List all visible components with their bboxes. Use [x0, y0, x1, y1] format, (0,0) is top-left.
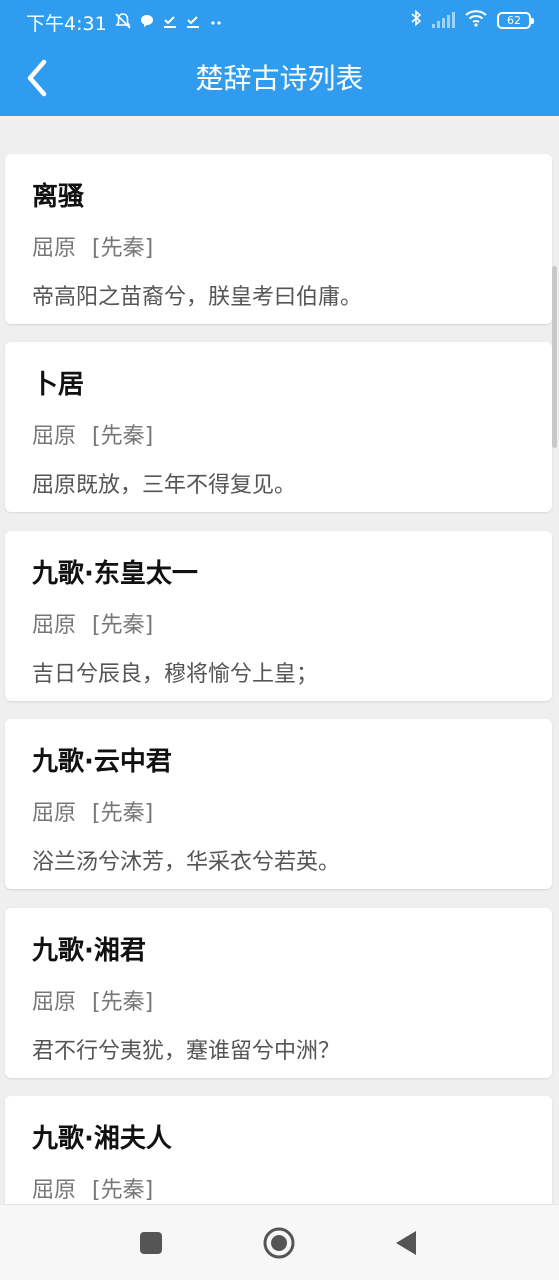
poem-dynasty: [先秦]	[92, 613, 154, 638]
poem-dynasty: [先秦]	[92, 801, 154, 826]
download-done-icon-2	[185, 13, 201, 32]
poem-author-row: 屈原 [先秦]	[32, 984, 153, 1016]
status-right: 62	[410, 9, 534, 31]
download-done-icon	[162, 13, 178, 32]
status-bar: 下午4:31 62	[0, 0, 559, 42]
page-title: 楚辞古诗列表	[195, 62, 364, 95]
home-button[interactable]	[261, 1225, 297, 1261]
battery-level: 62	[507, 13, 521, 27]
poem-title: 卜居	[32, 370, 85, 400]
poem-title: 九歌·云中君	[32, 747, 172, 777]
triangle-left-icon	[396, 1231, 416, 1255]
poem-card[interactable]: 卜居 屈原 [先秦] 屈原既放，三年不得复见。	[5, 342, 552, 512]
poem-title: 九歌·东皇太一	[32, 559, 198, 589]
status-time: 下午4:31	[26, 13, 107, 35]
system-nav-bar	[0, 1204, 559, 1280]
screen: 下午4:31 62 楚辞古诗列表 离骚 屈原 [先秦] 帝高阳之苗裔兮，朕皇考曰…	[0, 0, 559, 1280]
status-left: 下午4:31	[26, 9, 224, 36]
poem-dynasty: [先秦]	[92, 1178, 154, 1203]
scrollbar[interactable]	[552, 266, 557, 448]
poem-author: 屈原	[32, 801, 77, 826]
poem-dynasty: [先秦]	[92, 236, 154, 261]
poem-first-line: 君不行兮夷犹，蹇谁留兮中洲？	[32, 1039, 341, 1064]
chat-bubble-icon	[139, 13, 155, 32]
poem-author-row: 屈原 [先秦]	[32, 418, 153, 450]
poem-dynasty: [先秦]	[92, 990, 154, 1015]
cell-signal-icon	[432, 12, 455, 28]
circle-icon	[263, 1227, 295, 1259]
poem-title: 离骚	[32, 182, 85, 212]
poem-first-line: 吉日兮辰良，穆将愉兮上皇；	[32, 662, 319, 687]
poem-first-line: 屈原既放，三年不得复见。	[32, 473, 297, 498]
poem-author: 屈原	[32, 613, 77, 638]
recent-apps-button[interactable]	[133, 1225, 169, 1261]
poem-author-row: 屈原 [先秦]	[32, 230, 153, 262]
poem-author-row: 屈原 [先秦]	[32, 795, 153, 827]
poem-title: 九歌·湘君	[32, 936, 146, 966]
poem-author: 屈原	[32, 424, 77, 449]
poem-title: 九歌·湘夫人	[32, 1124, 172, 1154]
poem-first-line: 帝高阳之苗裔兮，朕皇考曰伯庸。	[32, 285, 363, 310]
back-nav-button[interactable]	[388, 1225, 424, 1261]
poem-first-line: 浴兰汤兮沐芳，华采衣兮若英。	[32, 850, 341, 875]
bluetooth-icon	[410, 9, 422, 31]
poem-author: 屈原	[32, 236, 77, 261]
poem-author-row: 屈原 [先秦]	[32, 1172, 153, 1204]
poem-card[interactable]: 九歌·湘夫人 屈原 [先秦]	[5, 1096, 552, 1204]
poem-card[interactable]: 离骚 屈原 [先秦] 帝高阳之苗裔兮，朕皇考曰伯庸。	[5, 154, 552, 324]
muted-bell-icon	[114, 12, 132, 33]
poem-dynasty: [先秦]	[92, 424, 154, 449]
more-dots-icon	[208, 13, 224, 32]
poem-author: 屈原	[32, 990, 77, 1015]
app-bar: 楚辞古诗列表	[0, 42, 559, 116]
square-icon	[140, 1232, 162, 1254]
poem-card[interactable]: 九歌·湘君 屈原 [先秦] 君不行兮夷犹，蹇谁留兮中洲？	[5, 908, 552, 1078]
poem-author: 屈原	[32, 1178, 77, 1203]
wifi-icon	[465, 9, 487, 31]
battery-icon: 62	[497, 11, 534, 29]
poem-author-row: 屈原 [先秦]	[32, 607, 153, 639]
poem-card[interactable]: 九歌·东皇太一 屈原 [先秦] 吉日兮辰良，穆将愉兮上皇；	[5, 531, 552, 701]
poem-card[interactable]: 九歌·云中君 屈原 [先秦] 浴兰汤兮沐芳，华采衣兮若英。	[5, 719, 552, 889]
poem-list[interactable]: 离骚 屈原 [先秦] 帝高阳之苗裔兮，朕皇考曰伯庸。 卜居 屈原 [先秦] 屈原既放…	[0, 116, 559, 1204]
